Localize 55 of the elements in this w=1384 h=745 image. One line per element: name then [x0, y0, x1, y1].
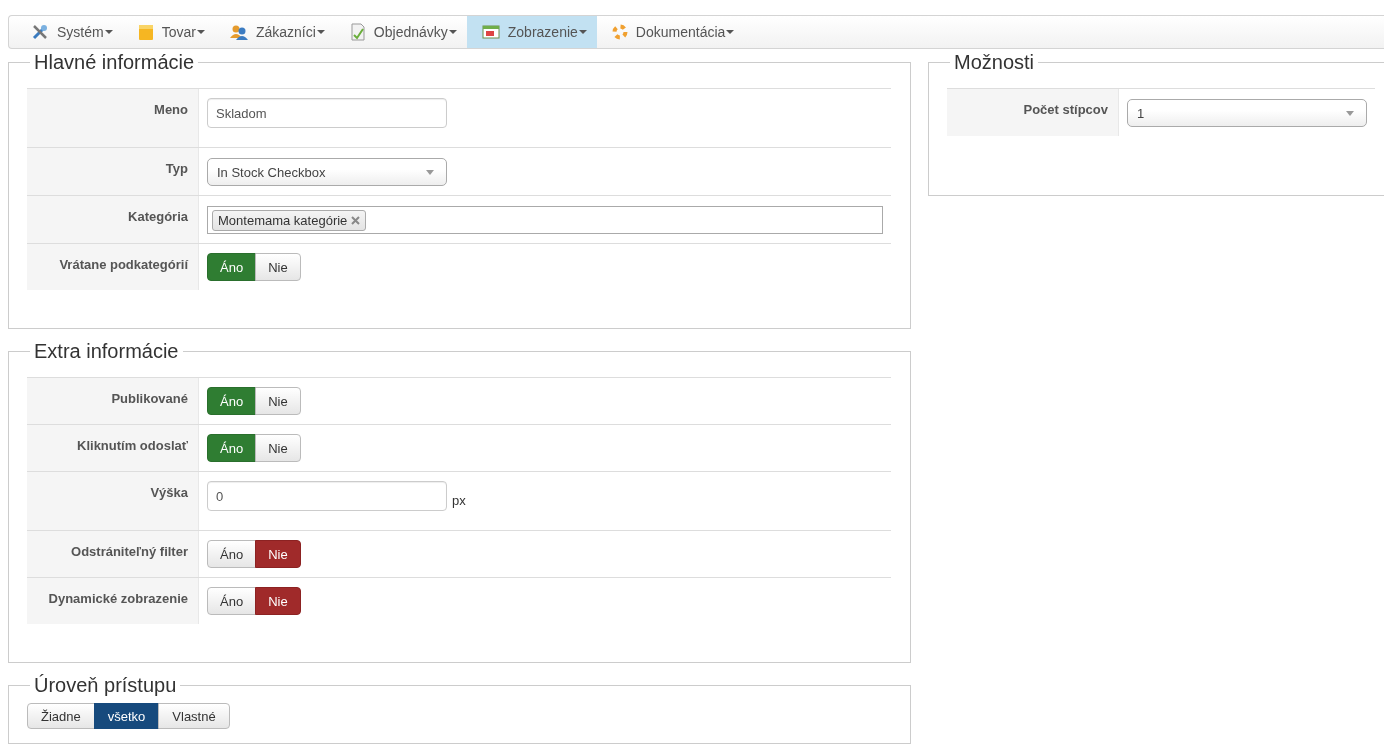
toggle-button[interactable]: Áno [207, 540, 257, 568]
section-title: Možnosti [953, 50, 1036, 74]
menu-item[interactable]: Zobrazenie [466, 16, 597, 48]
toggle-button[interactable]: Nie [255, 587, 301, 615]
window-icon [481, 24, 500, 40]
text-field[interactable]: 0 [207, 481, 447, 511]
field-label: Dynamické zobrazenie [27, 578, 199, 624]
toggle-button[interactable]: Nie [255, 387, 301, 415]
menu-item[interactable]: Dokumentácia [596, 16, 745, 48]
field-label: Počet stípcov [947, 89, 1119, 136]
box-icon [137, 23, 154, 41]
section-title: Hlavné informácie [33, 50, 196, 74]
access-option-button[interactable]: Žiadne [27, 703, 95, 729]
text-field[interactable]: Skladom [207, 98, 447, 128]
field-label: Kategória [27, 196, 199, 243]
select-field[interactable]: In Stock Checkbox [207, 158, 447, 186]
tools-icon [31, 23, 49, 41]
menu-item[interactable]: Objednávky [334, 16, 467, 48]
field-label: Výška [27, 472, 199, 530]
toggle-button[interactable]: Áno [207, 587, 257, 615]
dropdown-arrow-icon [426, 169, 434, 175]
unit-label: px [452, 493, 466, 508]
remove-icon[interactable] [351, 215, 361, 225]
access-option-button[interactable]: všetko [93, 703, 160, 729]
lifebuoy-icon [611, 24, 628, 40]
select-field[interactable]: 1 [1127, 99, 1367, 127]
menu-item[interactable]: Tovar [122, 16, 215, 48]
menu-item[interactable]: Systém [26, 16, 123, 48]
field-label: Vrátane podkategórií [27, 244, 199, 290]
field-label: Meno [27, 89, 199, 147]
toggle-button[interactable]: Nie [255, 540, 301, 568]
toggle-button[interactable]: Nie [255, 434, 301, 462]
field-label: Typ [27, 148, 199, 195]
caret-icon [578, 30, 587, 34]
caret-icon [448, 30, 457, 34]
access-option-button[interactable]: Vlastné [158, 703, 230, 729]
toggle-button[interactable]: Áno [207, 434, 257, 462]
caret-icon [726, 30, 735, 34]
tag-label: Montemama kategórie [218, 212, 348, 228]
toggle-button[interactable]: Áno [207, 387, 257, 415]
toggle-button[interactable]: Áno [207, 253, 257, 281]
section-title: Extra informácie [33, 339, 180, 363]
document-icon [349, 23, 366, 41]
field-label: Odstrániteľný filter [27, 531, 199, 577]
section-title: Úroveň prístupu [33, 673, 178, 697]
tag-field[interactable]: Montemama kategórie [207, 206, 883, 234]
users-icon [229, 23, 248, 41]
caret-icon [316, 30, 325, 34]
field-label: Publikované [27, 378, 199, 424]
caret-icon [196, 30, 205, 34]
caret-icon [104, 30, 113, 34]
menu-item[interactable]: Zákazníci [214, 16, 335, 48]
field-label: Kliknutím odoslať [27, 425, 199, 471]
toggle-button[interactable]: Nie [255, 253, 301, 281]
dropdown-arrow-icon [1346, 110, 1354, 116]
